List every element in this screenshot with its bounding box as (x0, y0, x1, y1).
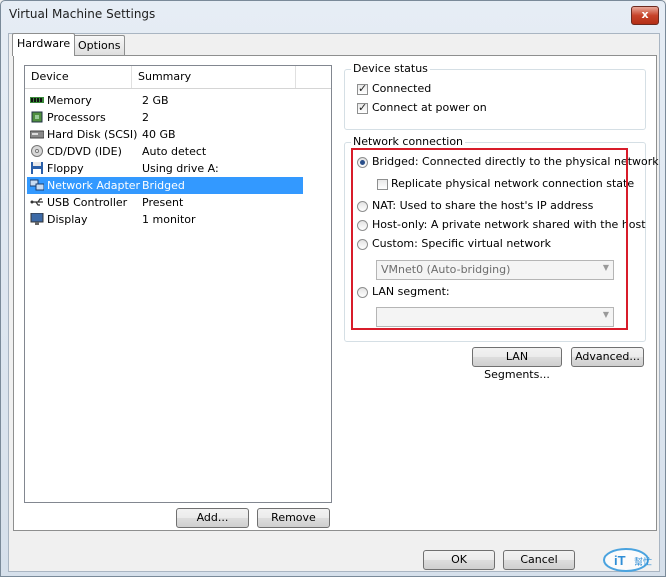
device-row-processors[interactable]: Processors 2 (27, 109, 303, 126)
processor-icon (31, 111, 43, 123)
device-status-group: Device status ✓ Connected ✓ Connect at p… (344, 62, 646, 130)
device-summary: Present (142, 196, 184, 209)
title-bar[interactable]: Virtual Machine Settings x (1, 1, 665, 29)
checkmark-icon: ✓ (358, 82, 368, 95)
cd-dvd-icon (31, 145, 43, 157)
hard-disk-icon (30, 130, 44, 139)
device-summary: Auto detect (142, 145, 207, 158)
display-icon (30, 213, 44, 225)
connect-at-power-on-label[interactable]: Connect at power on (372, 101, 487, 114)
device-summary: 2 GB (142, 94, 169, 107)
window-title: Virtual Machine Settings (9, 7, 156, 21)
ok-button[interactable]: OK (423, 550, 495, 570)
hardware-tab-panel: Device Summary Memory 2 GB Processors 2 … (13, 55, 659, 531)
device-name: Hard Disk (SCSI) (47, 128, 138, 141)
device-summary: Bridged (142, 179, 185, 192)
device-name: Memory (47, 94, 92, 107)
device-name: Floppy (47, 162, 84, 175)
highlight-box (351, 148, 628, 330)
device-name: Display (47, 213, 88, 226)
network-adapter-icon (30, 179, 44, 191)
column-header-device[interactable]: Device (25, 66, 132, 88)
close-button[interactable]: x (631, 6, 659, 25)
device-name: Network Adapter (47, 179, 141, 192)
device-row-network-adapter[interactable]: Network Adapter Bridged (27, 177, 303, 194)
network-connection-group: Network connection Bridged: Connected di… (344, 135, 659, 342)
dialog-client-area: Hardware Options Device Summary Memory 2… (8, 33, 660, 572)
cancel-button[interactable]: Cancel (503, 550, 575, 570)
connect-at-power-on-checkbox[interactable]: ✓ (357, 101, 368, 114)
tab-hardware[interactable]: Hardware (12, 33, 76, 56)
connected-checkbox[interactable]: ✓ (357, 82, 368, 95)
lan-segments-button[interactable]: LAN Segments... (472, 347, 562, 381)
remove-button[interactable]: Remove (257, 508, 330, 528)
device-summary: Using drive A: (142, 162, 219, 175)
device-summary: 40 GB (142, 128, 176, 141)
device-summary: 1 monitor (142, 213, 196, 226)
virtual-machine-settings-window: Virtual Machine Settings x Hardware Opti… (0, 0, 666, 577)
device-summary: 2 (142, 111, 149, 124)
usb-icon (30, 198, 43, 206)
memory-icon (30, 97, 44, 103)
ithelp-watermark: iT 幫忙 (600, 545, 660, 573)
device-row-usb-controller[interactable]: USB Controller Present (27, 194, 303, 211)
close-icon: x (641, 8, 649, 21)
advanced-button[interactable]: Advanced... (571, 347, 644, 367)
column-header-summary[interactable]: Summary (132, 66, 296, 88)
device-row-cd-dvd[interactable]: CD/DVD (IDE) Auto detect (27, 143, 303, 160)
ithelp-logo-subtext: 幫忙 (634, 556, 652, 568)
device-name: USB Controller (47, 196, 128, 209)
device-row-display[interactable]: Display 1 monitor (27, 211, 303, 228)
tab-hardware-label: Hardware (17, 37, 71, 50)
ithelp-logo-text: iT (614, 553, 626, 568)
ithelp-logo-icon: iT 幫忙 (603, 548, 652, 572)
device-list-header: Device Summary (25, 66, 331, 89)
tab-options-label: Options (78, 39, 121, 52)
floppy-icon (31, 162, 43, 174)
add-button[interactable]: Add... (176, 508, 249, 528)
checkmark-icon: ✓ (358, 101, 368, 114)
device-row-memory[interactable]: Memory 2 GB (27, 92, 303, 109)
device-name: CD/DVD (IDE) (47, 145, 122, 158)
device-name: Processors (47, 111, 106, 124)
device-status-title: Device status (351, 62, 430, 75)
connected-label[interactable]: Connected (372, 82, 431, 95)
device-list[interactable]: Device Summary Memory 2 GB Processors 2 … (24, 65, 332, 503)
device-row-floppy[interactable]: Floppy Using drive A: (27, 160, 303, 177)
network-connection-title: Network connection (351, 135, 466, 148)
tab-options[interactable]: Options (73, 35, 126, 55)
device-row-hard-disk[interactable]: Hard Disk (SCSI) 40 GB (27, 126, 303, 143)
